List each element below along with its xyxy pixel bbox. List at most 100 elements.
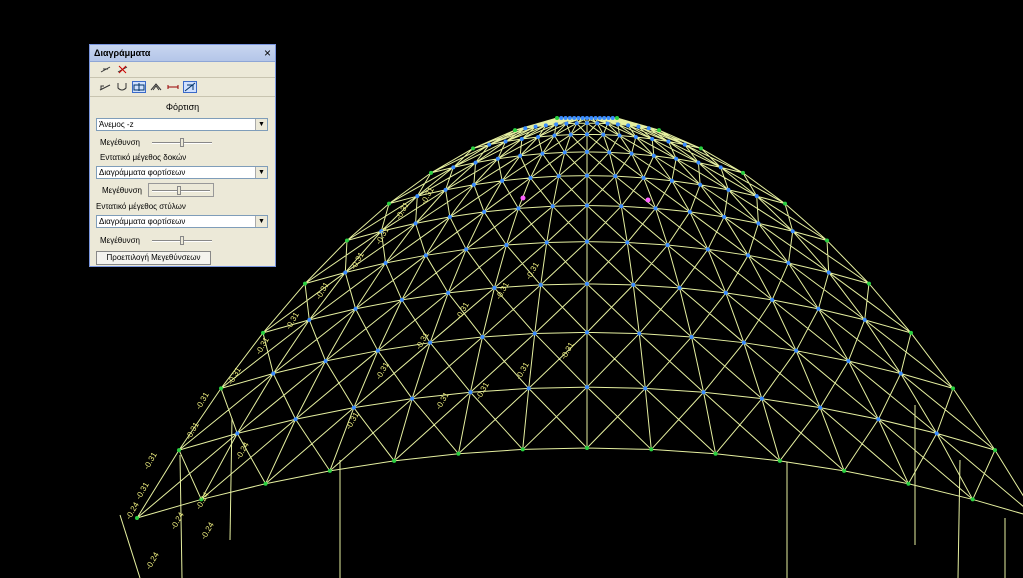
node[interactable] — [447, 214, 452, 219]
node[interactable] — [759, 396, 764, 401]
node[interactable] — [701, 390, 706, 395]
preset-magnifications-button[interactable]: Προεπιλογή Μεγεθύνσεων — [96, 251, 211, 265]
node[interactable] — [898, 371, 903, 376]
node[interactable] — [625, 240, 630, 245]
node[interactable] — [552, 133, 557, 138]
node[interactable] — [428, 340, 433, 345]
node[interactable] — [429, 170, 433, 175]
chevron-down-icon[interactable]: ▼ — [255, 216, 267, 227]
slider-thumb[interactable] — [180, 236, 184, 245]
node[interactable] — [550, 204, 555, 209]
node[interactable] — [646, 126, 651, 131]
node[interactable] — [689, 334, 694, 339]
node[interactable] — [271, 371, 276, 376]
node[interactable] — [468, 390, 473, 395]
node[interactable] — [605, 121, 610, 126]
node[interactable] — [585, 132, 589, 137]
node[interactable] — [504, 243, 509, 248]
node[interactable] — [637, 331, 642, 336]
panel-titlebar[interactable]: Διαγράμματα × — [90, 45, 275, 62]
node[interactable] — [677, 285, 682, 290]
node[interactable] — [631, 282, 636, 287]
shear-icon[interactable] — [115, 81, 129, 93]
node[interactable] — [909, 330, 913, 335]
node[interactable] — [597, 116, 602, 120]
node[interactable] — [585, 203, 589, 208]
deformation-icon[interactable] — [149, 81, 163, 93]
node[interactable] — [523, 126, 528, 131]
node[interactable] — [303, 281, 307, 286]
node[interactable] — [495, 156, 500, 161]
node[interactable] — [562, 150, 567, 155]
node[interactable] — [754, 194, 759, 199]
node[interactable] — [567, 116, 572, 120]
node[interactable] — [713, 451, 718, 456]
node[interactable] — [867, 281, 871, 286]
node[interactable] — [413, 221, 418, 226]
node[interactable] — [518, 153, 523, 158]
node[interactable] — [585, 121, 589, 126]
moment-icon[interactable] — [98, 81, 112, 93]
node[interactable] — [503, 139, 508, 144]
node[interactable] — [626, 123, 631, 128]
magnification-slider-2[interactable] — [148, 183, 214, 197]
node[interactable] — [643, 386, 648, 391]
node[interactable] — [585, 446, 589, 450]
node[interactable] — [636, 124, 641, 129]
node[interactable] — [741, 170, 745, 175]
node[interactable] — [451, 165, 456, 170]
node[interactable] — [471, 182, 476, 187]
node[interactable] — [696, 160, 701, 165]
node[interactable] — [665, 243, 670, 248]
node[interactable] — [516, 206, 521, 211]
chevron-down-icon[interactable]: ▼ — [255, 119, 267, 130]
node[interactable] — [585, 173, 589, 178]
node[interactable] — [699, 146, 703, 151]
node[interactable] — [585, 330, 589, 335]
node[interactable] — [443, 187, 448, 192]
node[interactable] — [456, 451, 461, 456]
node[interactable] — [595, 121, 600, 126]
node[interactable] — [669, 178, 674, 183]
node[interactable] — [219, 386, 223, 391]
node[interactable] — [580, 116, 585, 120]
node[interactable] — [615, 122, 620, 127]
node[interactable] — [657, 128, 661, 133]
node[interactable] — [446, 290, 451, 295]
node[interactable] — [687, 209, 692, 214]
node[interactable] — [532, 331, 537, 336]
node[interactable] — [674, 156, 679, 161]
node[interactable] — [293, 417, 298, 422]
node[interactable] — [746, 253, 751, 258]
node[interactable] — [726, 187, 731, 192]
node[interactable] — [585, 281, 589, 286]
chevron-down-icon[interactable]: ▼ — [255, 167, 267, 178]
node[interactable] — [135, 516, 139, 520]
node[interactable] — [423, 253, 428, 258]
node[interactable] — [825, 238, 829, 243]
node[interactable] — [399, 297, 404, 302]
node[interactable] — [951, 386, 955, 391]
node[interactable] — [543, 123, 548, 128]
node[interactable] — [533, 124, 538, 129]
node[interactable] — [555, 116, 559, 120]
node[interactable] — [554, 122, 559, 127]
node[interactable] — [846, 358, 851, 363]
node[interactable] — [563, 116, 568, 120]
node[interactable] — [574, 121, 579, 126]
show-diagram-icon[interactable] — [98, 64, 112, 76]
magnification-slider-3[interactable] — [152, 235, 212, 246]
node[interactable] — [307, 317, 312, 322]
node[interactable] — [651, 153, 656, 158]
slider-thumb[interactable] — [177, 186, 181, 195]
node[interactable] — [471, 146, 475, 151]
node[interactable] — [520, 447, 525, 452]
node[interactable] — [585, 116, 589, 120]
node[interactable] — [722, 214, 727, 219]
settings-diagram-icon[interactable] — [183, 81, 197, 93]
node[interactable] — [826, 270, 831, 275]
node[interactable] — [593, 116, 598, 120]
node[interactable] — [392, 458, 397, 463]
node[interactable] — [862, 317, 867, 322]
node[interactable] — [383, 261, 388, 266]
